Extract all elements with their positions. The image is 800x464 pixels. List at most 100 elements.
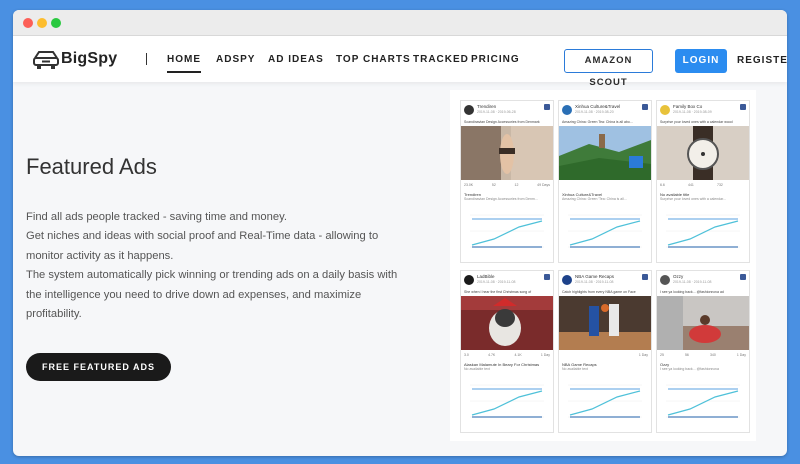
stat-likes: 23.0K — [464, 183, 474, 187]
register-link[interactable]: REGISTER — [737, 55, 787, 66]
top-navigation: BigSpy HOME ADSPY AD IDEAS TOP CHARTS TR… — [13, 36, 787, 88]
page-title: Featured Ads — [26, 154, 157, 179]
stat-comments: 56 — [684, 353, 689, 357]
stat-comments: 441 — [688, 183, 694, 187]
stat-shares: 4.1K — [514, 353, 522, 357]
ad-card-header: Ozzy 2019-11-08 · 2019-11-08 — [660, 274, 746, 288]
facebook-icon — [740, 104, 746, 110]
brand-logo[interactable]: BigSpy — [33, 50, 121, 70]
ad-card[interactable]: LadBible 2019-11-08 · 2019-11-08 She whe… — [460, 270, 554, 433]
ad-text: Amazing China: Green 'Tea: China is all.… — [562, 197, 627, 201]
advertiser-avatar — [464, 275, 474, 285]
stat-comments: 52 — [491, 183, 496, 187]
ad-caption: Amazing China: Green Tea: China is all a… — [562, 120, 633, 124]
ad-date: 2019-11-08 · 2019-11-08 — [673, 280, 712, 284]
ad-text: Scandinavian Design Accessories from Den… — [464, 197, 538, 201]
car-logo-icon — [33, 51, 59, 69]
browser-window: BigSpy HOME ADSPY AD IDEAS TOP CHARTS TR… — [13, 10, 787, 456]
ad-date: 2019-11-08 · 2019-11-08 — [477, 280, 516, 284]
advertiser-name: Ozzy — [673, 274, 684, 279]
ad-stats — [562, 183, 648, 189]
advertiser-name: LadBible — [477, 274, 495, 279]
advertiser-avatar — [660, 275, 670, 285]
nav-top-charts[interactable]: TOP CHARTS — [336, 54, 411, 65]
ad-trend-chart — [470, 214, 544, 248]
ad-caption: Surprise your loved ones with a calendar… — [660, 120, 733, 124]
ad-card-header: Trendiren 2019-11-08 · 2019-06-28 — [464, 104, 550, 118]
ad-image — [657, 126, 749, 180]
ad-image — [657, 296, 749, 350]
ad-trend-chart — [666, 214, 740, 248]
ad-image — [559, 126, 651, 180]
stat-days: 1 Day — [736, 353, 746, 357]
ad-card[interactable]: NBA Game Recaps 2019-11-08 · 2019-11-08 … — [558, 270, 652, 433]
stat-shares: 340 — [709, 353, 716, 357]
advertiser-name: Trendiren — [477, 104, 497, 109]
ad-card-header: NBA Game Recaps 2019-11-08 · 2019-11-08 — [562, 274, 648, 288]
hero-description: Find all ads people tracked - saving tim… — [26, 208, 406, 324]
ad-trend-chart — [568, 214, 642, 248]
stat-comments: 4.7K — [488, 353, 496, 357]
ad-text: Surprise your loved ones with a calendar… — [660, 197, 726, 201]
ad-text: No available text — [562, 367, 588, 371]
free-featured-ads-button[interactable]: FREE FEATURED ADS — [26, 353, 171, 381]
stat-likes: 3.0 — [464, 353, 469, 357]
nav-tracked[interactable]: TRACKED — [413, 54, 469, 65]
nav-ad-ideas[interactable]: AD IDEAS — [268, 54, 324, 65]
ad-card[interactable]: Family Box Co 2019-11-08 · 2019-08-09 Su… — [656, 100, 750, 263]
nav-pricing[interactable]: PRICING — [471, 54, 520, 65]
ad-card[interactable]: Trendiren 2019-11-08 · 2019-06-28 Scandi… — [460, 100, 554, 263]
hero-desc-line-1: Find all ads people tracked - saving tim… — [26, 211, 287, 223]
ad-caption: Catch highlights from every NBA game on … — [562, 290, 636, 294]
ad-card-header: Xinhua Culture&Travel 2019-11-08 · 2019-… — [562, 104, 648, 118]
ad-card[interactable]: Xinhua Culture&Travel 2019-11-08 · 2019-… — [558, 100, 652, 263]
minimize-window-button[interactable] — [37, 18, 47, 28]
stat-days: 49 Days — [537, 183, 550, 187]
nav-adspy[interactable]: ADSPY — [216, 54, 255, 65]
stat-days: 1 Day — [638, 353, 648, 357]
advertiser-avatar — [562, 275, 572, 285]
login-button[interactable]: LOGIN — [675, 49, 727, 73]
ad-text: I see ya looking back... @fashionnova — [660, 367, 720, 371]
ad-stats: 3.0 4.7K 4.1K 1 Day — [464, 353, 550, 359]
stat-likes: 6.6 — [660, 183, 665, 187]
advertiser-name: Family Box Co — [673, 104, 703, 109]
ad-date: 2019-11-08 · 2019-06-28 — [477, 110, 516, 114]
ad-caption: Scandinavian Design Accessories from Den… — [464, 120, 540, 124]
hero-desc-line-3: The system automatically pick winning or… — [26, 269, 398, 321]
facebook-icon — [642, 274, 648, 280]
ad-trend-chart — [666, 384, 740, 418]
close-window-button[interactable] — [23, 18, 33, 28]
advertiser-name: NBA Game Recaps — [575, 274, 615, 279]
ad-image — [461, 126, 553, 180]
stat-days: 1 Day — [540, 353, 550, 357]
stat-likes: 25 — [660, 353, 664, 357]
brand-name: BigSpy — [61, 50, 118, 67]
ad-card[interactable]: Ozzy 2019-11-08 · 2019-11-08 I see ya lo… — [656, 270, 750, 433]
facebook-icon — [642, 104, 648, 110]
ad-image — [461, 296, 553, 350]
ad-card-header: Family Box Co 2019-11-08 · 2019-08-09 — [660, 104, 746, 118]
ad-trend-chart — [470, 384, 544, 418]
ad-image — [559, 296, 651, 350]
ad-stats: 23.0K 52 12 49 Days — [464, 183, 550, 189]
facebook-icon — [544, 274, 550, 280]
ad-caption: She when I hear the first Christmas song… — [464, 290, 532, 294]
ad-caption: I see ya looking back... @fashionnova ad — [660, 290, 724, 294]
facebook-icon — [740, 274, 746, 280]
nav-divider — [146, 53, 147, 65]
ad-stats: 6.6 441 732 — [660, 183, 746, 189]
ad-preview-grid: Trendiren 2019-11-08 · 2019-06-28 Scandi… — [450, 90, 756, 441]
ad-stats: 25 56 340 1 Day — [660, 353, 746, 359]
ad-date: 2019-11-08 · 2019-08-09 — [673, 110, 712, 114]
nav-home[interactable]: HOME — [167, 54, 201, 73]
amazon-scout-button[interactable]: AMAZON SCOUT — [564, 49, 653, 88]
maximize-window-button[interactable] — [51, 18, 61, 28]
stat-shares: 12 — [514, 183, 519, 187]
ad-card-header: LadBible 2019-11-08 · 2019-11-08 — [464, 274, 550, 288]
stat-shares: 732 — [717, 183, 723, 187]
ad-date: 2019-11-08 · 2019-11-08 — [575, 280, 614, 284]
ad-trend-chart — [568, 384, 642, 418]
ad-text: No available text — [464, 367, 490, 371]
facebook-icon — [544, 104, 550, 110]
